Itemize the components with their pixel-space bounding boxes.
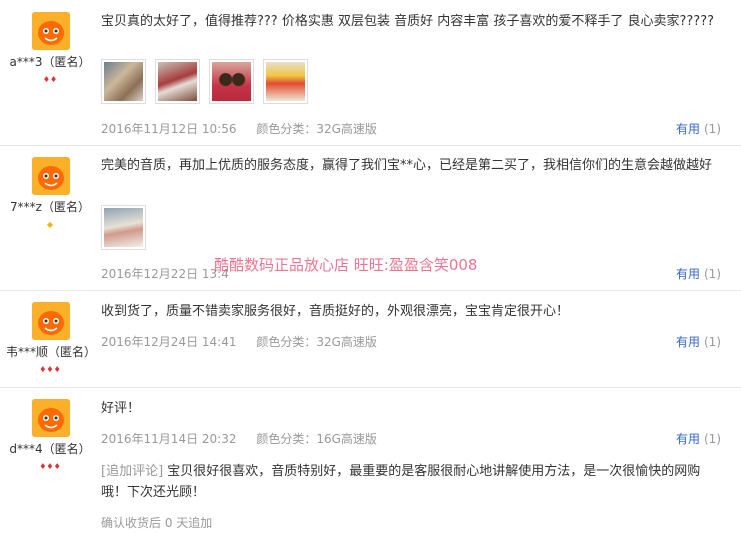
user-avatar-icon: [32, 12, 70, 50]
useful-button[interactable]: 有用 (1): [676, 120, 721, 137]
avatar[interactable]: [32, 157, 70, 195]
review-text: 宝贝真的太好了，值得推荐??? 价格实惠 双层包装 音质好 内容丰富 孩子喜欢的…: [101, 14, 714, 29]
review-meta: 2016年12月22日 13:4: [101, 265, 245, 282]
useful-button[interactable]: 有用 (1): [676, 265, 721, 282]
append-text: 宝贝很好很喜欢，音质特别好，最重要的是客服很耐心地讲解使用方法，是一次很愉快的网…: [101, 464, 701, 500]
review-photos: [101, 59, 308, 104]
review-date: 2016年12月24日 14:41: [101, 335, 237, 349]
review-divider: [0, 387, 741, 388]
review-meta: 2016年11月12日 10:56 颜色分类：32G高速版: [101, 120, 377, 137]
review-meta: 2016年11月14日 20:32 颜色分类：16G高速版: [101, 430, 377, 447]
review-divider: [0, 145, 741, 146]
review-photo-thumb[interactable]: [209, 59, 254, 104]
useful-count: (1): [704, 335, 721, 349]
review-text: 好评！: [101, 401, 141, 416]
review-photos: [101, 205, 146, 250]
review-text: 完美的音质，再加上优质的服务态度，赢得了我们宝**心，已经是第二买了，我相信你们…: [101, 158, 713, 173]
user-avatar-icon: [32, 302, 70, 340]
review-date: 2016年11月14日 20:32: [101, 432, 237, 446]
useful-label: 有用: [675, 432, 700, 446]
appended-review: [追加评论] 宝贝很好很喜欢，音质特别好，最重要的是客服很耐心地讲解使用方法，是…: [101, 461, 726, 503]
useful-button[interactable]: 有用 (1): [676, 333, 721, 350]
avatar[interactable]: [32, 302, 70, 340]
review-date: 2016年12月22日 13:4: [101, 267, 229, 281]
sku-info: 颜色分类：32G高速版: [256, 335, 377, 349]
review-photo-thumb[interactable]: [101, 59, 146, 104]
useful-count: (1): [704, 122, 721, 136]
useful-count: (1): [704, 432, 721, 446]
sku-info: 颜色分类：16G高速版: [256, 432, 377, 446]
review-photo-thumb[interactable]: [263, 59, 308, 104]
useful-label: 有用: [675, 267, 700, 281]
username[interactable]: 7***z（匿名）: [6, 198, 94, 215]
buyer-rank-icon: ♦♦♦: [39, 462, 61, 471]
sku-info: 颜色分类：32G高速版: [256, 122, 377, 136]
avatar[interactable]: [32, 12, 70, 50]
append-label: [追加评论]: [101, 464, 164, 479]
user-avatar-icon: [32, 399, 70, 437]
buyer-rank-icon: ♦♦: [42, 75, 58, 84]
buyer-rank-icon: ◆: [46, 220, 54, 229]
useful-label: 有用: [675, 122, 700, 136]
username[interactable]: d***4（匿名）: [6, 440, 94, 457]
username[interactable]: 韦***顺（匿名）: [6, 343, 96, 360]
append-meta: 确认收货后 0 天追加: [101, 516, 213, 530]
username[interactable]: a***3（匿名）: [6, 53, 94, 70]
useful-count: (1): [704, 267, 721, 281]
store-watermark: 酷酷数码正品放心店 旺旺:盈盈含笑008: [214, 256, 478, 274]
review-text: 收到货了，质量不错卖家服务很好，音质挺好的，外观很漂亮，宝宝肯定很开心！: [101, 304, 570, 319]
user-avatar-icon: [32, 157, 70, 195]
buyer-rank-icon: ♦♦♦: [39, 365, 61, 374]
review-photo-thumb[interactable]: [155, 59, 200, 104]
review-photo-thumb[interactable]: [101, 205, 146, 250]
review-meta: 2016年12月24日 14:41 颜色分类：32G高速版: [101, 333, 377, 350]
avatar[interactable]: [32, 399, 70, 437]
useful-label: 有用: [675, 335, 700, 349]
useful-button[interactable]: 有用 (1): [676, 430, 721, 447]
review-date: 2016年11月12日 10:56: [101, 122, 237, 136]
review-divider: [0, 290, 741, 291]
